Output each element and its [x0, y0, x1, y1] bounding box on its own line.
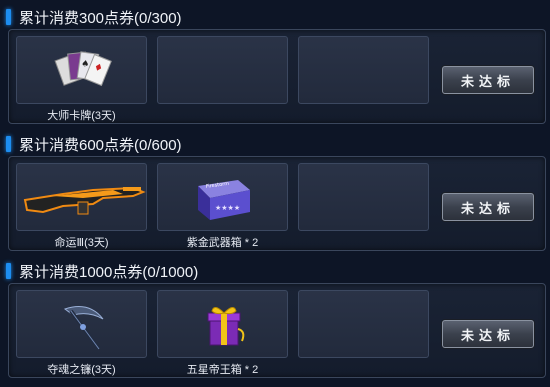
reward-panel: 夺魂之镰(3天) 五星帝王箱 * 2 未达标	[8, 283, 546, 378]
status-button[interactable]: 未达标	[442, 193, 534, 221]
title-accent-bar	[6, 136, 11, 152]
reward-slot-3	[298, 36, 429, 104]
tier-title: 累计消费300点券(0/300)	[6, 5, 182, 29]
reward-slot-1[interactable]: ♦ ♠	[16, 36, 147, 104]
weapon-box-icon: ★★★★ Firestorm	[198, 180, 250, 220]
tier-title: 累计消费600点券(0/600)	[6, 132, 182, 156]
tier-title: 累计消费1000点券(0/1000)	[6, 259, 198, 283]
svg-text:★★★★: ★★★★	[215, 204, 240, 212]
svg-text:♠: ♠	[81, 59, 90, 70]
reward-slot-3	[298, 163, 429, 231]
reward-slot-2[interactable]	[157, 290, 288, 358]
reward-panel: 命运Ⅲ(3天) ★★★★ Firestorm 紫金武器箱 * 2 未达标	[8, 156, 546, 251]
reward-label-1: 大师卡牌(3天)	[47, 110, 116, 122]
status-button[interactable]: 未达标	[442, 320, 534, 348]
reward-slot-2	[157, 36, 288, 104]
scythe-icon	[63, 306, 104, 351]
gift-box-icon	[207, 307, 245, 346]
reward-label-2: 五星帝王箱 * 2	[186, 364, 259, 376]
reward-label-1: 夺魂之镰(3天)	[47, 364, 116, 376]
rifle-icon	[23, 186, 146, 215]
reward-slot-1[interactable]	[16, 163, 147, 231]
reward-slot-1[interactable]	[16, 290, 147, 358]
reward-panel: ♦ ♠ 大师卡牌(3天) 未达标	[8, 29, 546, 124]
tier-title-text: 累计消费300点券(0/300)	[19, 9, 182, 27]
reward-slot-2[interactable]: ★★★★ Firestorm	[157, 163, 288, 231]
tier-title-text: 累计消费1000点券(0/1000)	[19, 263, 199, 281]
title-accent-bar	[6, 9, 11, 25]
title-accent-bar	[6, 263, 11, 279]
reward-label-2: 紫金武器箱 * 2	[186, 237, 259, 249]
playing-cards-icon: ♦ ♠	[54, 51, 112, 87]
reward-slot-3	[298, 290, 429, 358]
status-button[interactable]: 未达标	[442, 66, 534, 94]
tier-title-text: 累计消费600点券(0/600)	[19, 136, 182, 154]
reward-label-1: 命运Ⅲ(3天)	[54, 237, 109, 249]
